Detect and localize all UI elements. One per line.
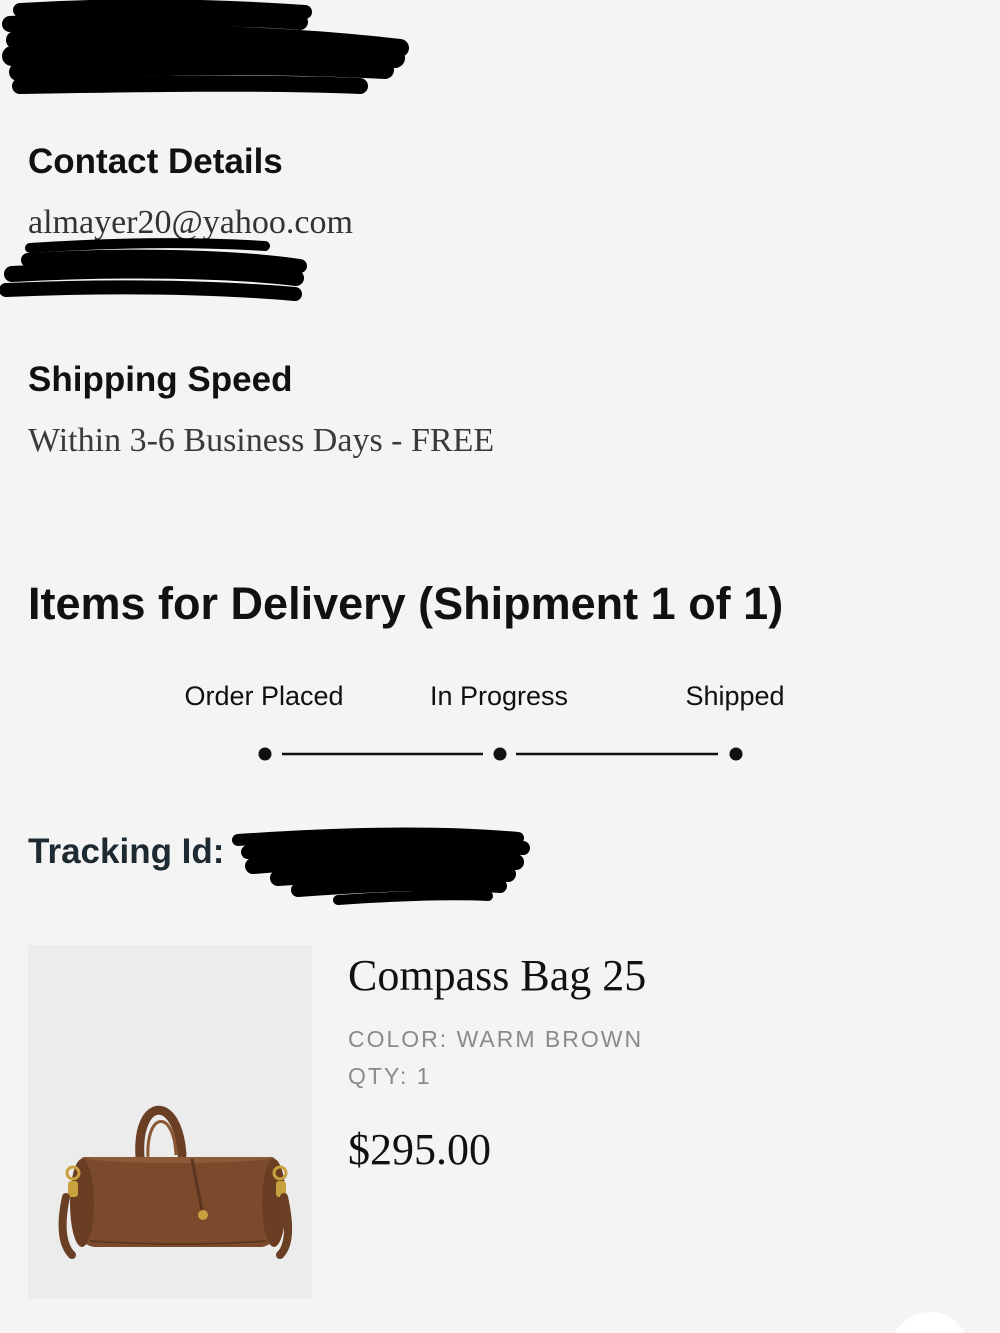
shipment-progress-tracker [258,747,743,761]
product-qty-label: QTY: [348,1063,409,1089]
step-label-order-placed: Order Placed [184,681,344,711]
step-dot-shipped [729,747,743,761]
product-quantity: QTY: 1 [348,1063,432,1090]
product-qty-value: 1 [416,1063,432,1089]
shipping-speed-heading: Shipping Speed [28,360,293,399]
product-color-label: COLOR: [348,1026,449,1052]
step-dot-in-progress [493,747,507,761]
contact-details-heading: Contact Details [28,142,283,181]
product-name[interactable]: Compass Bag 25 [348,950,646,1001]
tracking-id-label: Tracking Id: [28,832,225,871]
redacted-name [2,0,409,94]
contact-email: almayer20@yahoo.com [28,204,353,241]
product-color-value: WARM BROWN [456,1026,644,1052]
redacted-phone [0,238,307,301]
floating-action-button[interactable] [890,1312,970,1333]
product-image[interactable] [28,945,312,1299]
redacted-tracking-id [232,827,530,905]
items-for-delivery-title: Items for Delivery (Shipment 1 of 1) [28,578,784,629]
brown-suede-duffel-bag-icon [28,945,312,1299]
product-price: $295.00 [348,1125,491,1174]
product-color: COLOR: WARM BROWN [348,1026,643,1053]
step-label-in-progress: In Progress [429,681,569,711]
step-dot-order-placed [258,747,272,761]
order-details-page: Contact Details almayer20@yahoo.com Ship… [0,0,1000,1333]
step-label-shipped: Shipped [685,681,785,711]
shipping-speed-value: Within 3-6 Business Days - FREE [28,422,495,459]
